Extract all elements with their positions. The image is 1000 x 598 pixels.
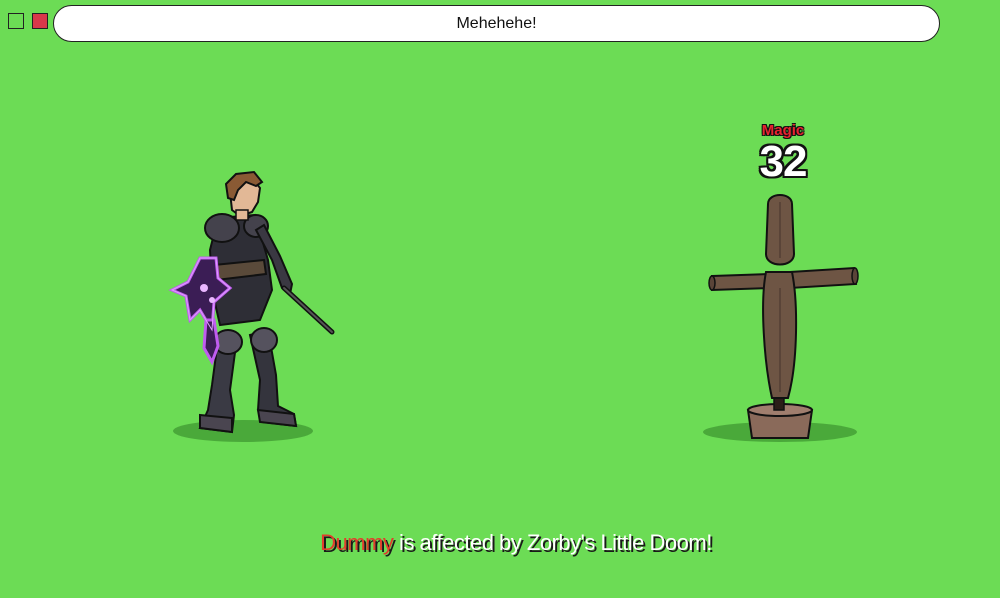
combat-message-target: Dummy (320, 530, 394, 555)
battle-stage: Mehehehe! Magic 32 Dummy is affected by … (0, 0, 1000, 598)
training-dummy[interactable] (700, 192, 860, 442)
player-character[interactable] (160, 170, 360, 450)
chat-text: Mehehehe! (456, 14, 537, 32)
combat-message: Dummy is affected by Zorby's Little Doom… (0, 530, 1000, 556)
combat-message-text: is affected by Zorby's Little Doom! (393, 530, 712, 555)
green-square-button[interactable] (8, 13, 24, 29)
chat-bar[interactable]: Mehehehe! (53, 5, 940, 42)
damage-value: 32 (759, 137, 808, 186)
red-square-button[interactable] (32, 13, 48, 29)
